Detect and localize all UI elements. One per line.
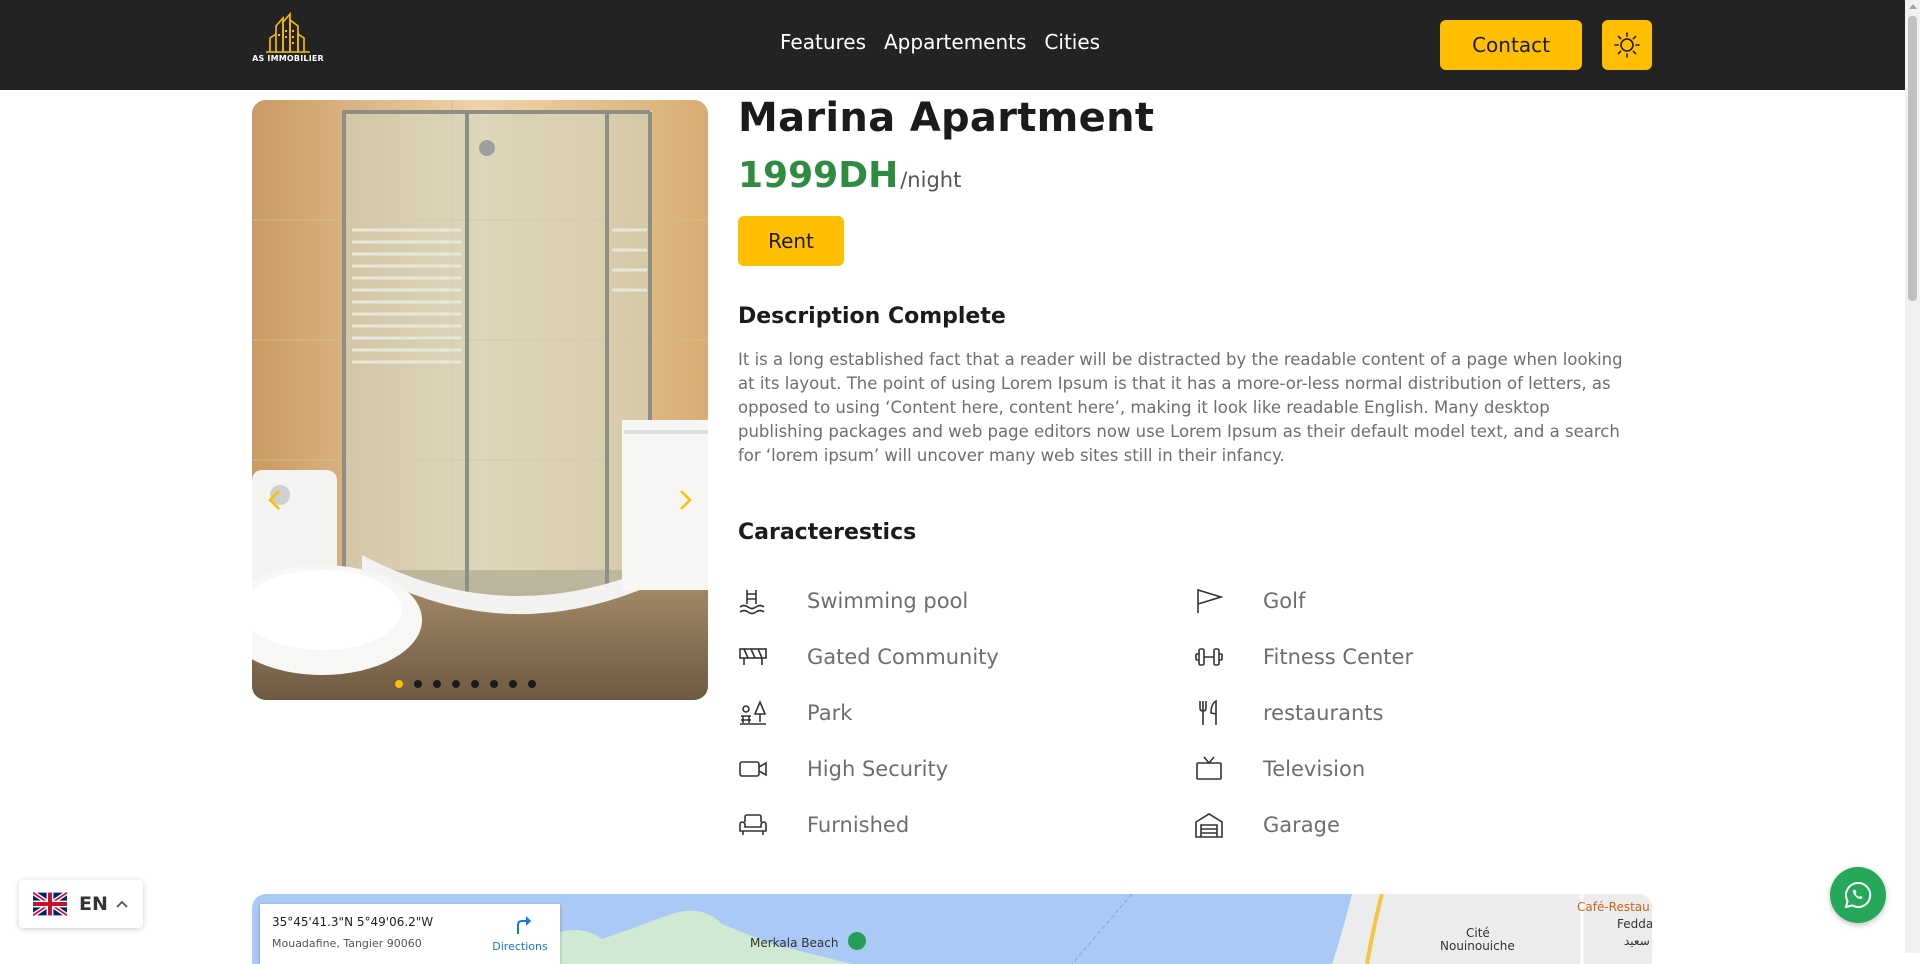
sun-icon	[1614, 32, 1640, 58]
park-icon	[737, 697, 769, 729]
chevron-up-icon	[116, 900, 128, 908]
price-unit: /night	[900, 168, 962, 192]
logo-text: AS IMMOBILIER	[252, 54, 324, 63]
feature-garage: Garage	[1193, 809, 1340, 841]
video-camera-icon	[737, 753, 769, 785]
characteristics-title: Caracterestics	[738, 520, 917, 545]
feature-park: Park	[737, 697, 852, 729]
feature-label: Park	[807, 701, 853, 725]
carousel-dot[interactable]	[508, 680, 517, 688]
description-text: It is a long established fact that a rea…	[738, 350, 1623, 465]
nav-appartements[interactable]: Appartements	[884, 30, 1026, 54]
feature-fitness-center: Fitness Center	[1193, 641, 1413, 673]
map-pin-icon[interactable]	[848, 932, 866, 950]
carousel-prev-button[interactable]	[262, 485, 286, 515]
feature-furnished: Furnished	[737, 809, 909, 841]
price-value: 1999DH	[738, 155, 899, 196]
page-scrollbar[interactable]	[1905, 0, 1920, 953]
site-logo[interactable]: AS IMMOBILIER	[252, 12, 324, 72]
feature-golf: Golf	[1193, 585, 1305, 617]
feature-label: Television	[1263, 757, 1366, 781]
listing-price: 1999DH /night	[738, 155, 961, 196]
map-coordinates: 35°45'41.3"N 5°49'06.2"W	[272, 915, 434, 929]
map-address: Mouadafine, Tangier 90060	[272, 937, 422, 950]
feature-label: Fitness Center	[1263, 645, 1414, 669]
main-nav: Features Appartements Cities	[780, 30, 1100, 54]
map-directions-label: Directions	[492, 940, 548, 953]
feature-label: Garage	[1263, 813, 1340, 837]
utensils-icon	[1193, 697, 1225, 729]
carousel-dot[interactable]	[413, 680, 422, 688]
building-logo-icon	[266, 12, 310, 53]
bathroom-shower-photo	[252, 100, 708, 700]
carousel-dot[interactable]	[527, 680, 536, 688]
feature-label: Gated Community	[807, 645, 999, 669]
map-directions-button[interactable]: Directions	[490, 914, 550, 953]
feature-television: Television	[1193, 753, 1365, 785]
armchair-icon	[737, 809, 769, 841]
map-label-nouinouiche: Nouinouiche	[1440, 939, 1515, 953]
whatsapp-icon	[1844, 881, 1872, 909]
rent-button[interactable]: Rent	[738, 216, 844, 266]
carousel-dots	[252, 680, 708, 688]
feature-gated-community: Gated Community	[737, 641, 999, 673]
language-code: EN	[79, 893, 108, 915]
gate-icon	[737, 641, 769, 673]
map-label-merkala: Merkala Beach	[750, 936, 839, 950]
feature-label: High Security	[807, 757, 949, 781]
chevron-left-icon	[268, 490, 280, 510]
chevron-right-icon	[680, 490, 692, 510]
carousel-dot[interactable]	[451, 680, 460, 688]
map-label-fedda: Fedda	[1617, 917, 1652, 931]
carousel-dot[interactable]	[432, 680, 441, 688]
language-selector[interactable]: EN	[19, 880, 143, 928]
map-info-card: 35°45'41.3"N 5°49'06.2"W Mouadafine, Tan…	[260, 904, 560, 964]
theme-toggle-button[interactable]	[1602, 20, 1652, 70]
scroll-up-arrow-icon[interactable]	[1909, 4, 1917, 9]
carousel-dot[interactable]	[470, 680, 479, 688]
map-label-cite: Cité	[1466, 926, 1490, 940]
garage-icon	[1193, 809, 1225, 841]
map-label-arabic: سعيد	[1624, 934, 1650, 948]
nav-cities[interactable]: Cities	[1044, 30, 1100, 54]
scroll-thumb[interactable]	[1908, 16, 1917, 301]
site-header: AS IMMOBILIER Features Appartements Citi…	[0, 0, 1905, 90]
nav-features[interactable]: Features	[780, 30, 866, 54]
golf-flag-icon	[1193, 585, 1225, 617]
feature-label: Golf	[1263, 589, 1306, 613]
listing-title: Marina Apartment	[738, 95, 1155, 141]
feature-high-security: High Security	[737, 753, 948, 785]
image-carousel[interactable]	[252, 100, 708, 700]
whatsapp-button[interactable]	[1830, 867, 1886, 923]
feature-restaurants: restaurants	[1193, 697, 1383, 729]
feature-swimming-pool: Swimming pool	[737, 585, 968, 617]
contact-button[interactable]: Contact	[1440, 20, 1582, 70]
location-map[interactable]: 35°45'41.3"N 5°49'06.2"W Mouadafine, Tan…	[252, 894, 1652, 964]
feature-label: restaurants	[1263, 701, 1384, 725]
dumbbell-icon	[1193, 641, 1225, 673]
feature-label: Swimming pool	[807, 589, 969, 613]
map-label-cafe: Café-Restau	[1577, 900, 1650, 914]
directions-icon	[517, 916, 531, 934]
description-title: Description Complete	[738, 304, 1006, 329]
uk-flag-icon	[33, 892, 67, 916]
carousel-dot[interactable]	[489, 680, 498, 688]
carousel-dot[interactable]	[394, 680, 403, 688]
swimming-pool-icon	[737, 585, 769, 617]
feature-label: Furnished	[807, 813, 910, 837]
carousel-next-button[interactable]	[674, 485, 698, 515]
tv-icon	[1193, 753, 1225, 785]
